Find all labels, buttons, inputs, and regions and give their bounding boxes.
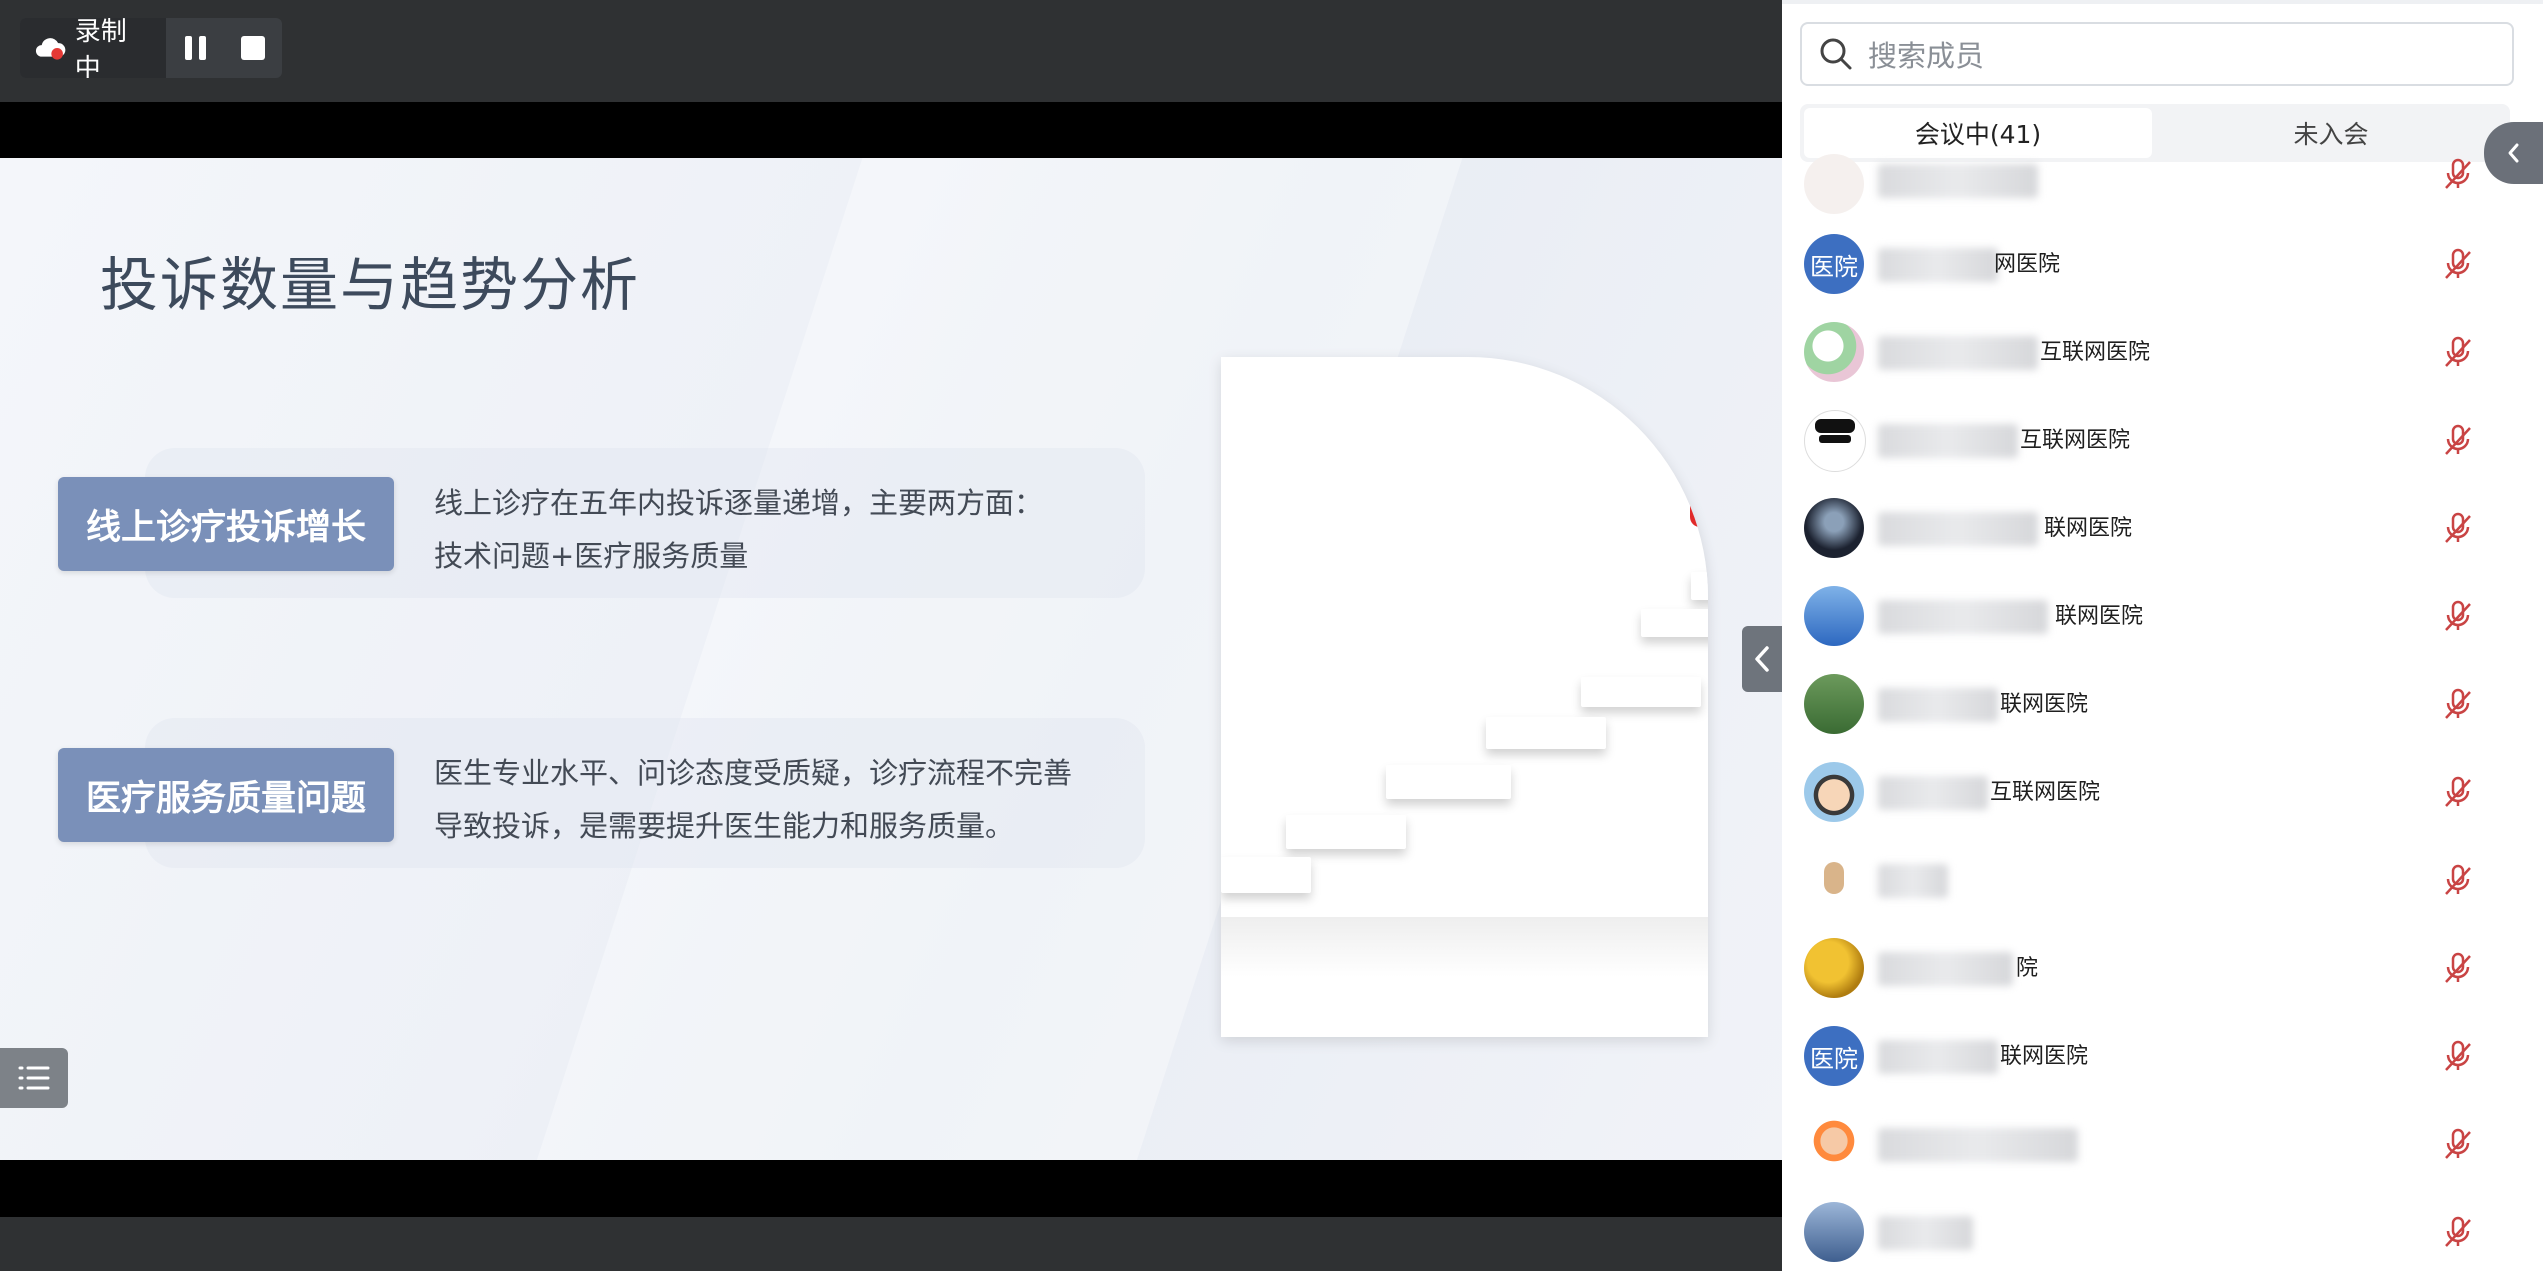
avatar (1804, 154, 1864, 214)
avatar (1804, 410, 1866, 472)
list-item[interactable] (1782, 1202, 2543, 1271)
list-item[interactable]: 互联网医院 (1782, 322, 2543, 410)
staircase-image (1221, 357, 1708, 1037)
mic-muted-icon (2445, 1128, 2471, 1159)
member-name: 互联网医院 (2040, 340, 2151, 365)
list-item[interactable] (1782, 1114, 2543, 1202)
avatar (1804, 1114, 1864, 1174)
tab-not-joined[interactable]: 未入会 (2156, 108, 2506, 158)
search-input[interactable]: 搜索成员 (1868, 33, 1984, 75)
list-item[interactable]: 互联网医院 (1782, 762, 2543, 850)
list-icon (18, 1066, 50, 1090)
slide-tag-online-complaints: 线上诊疗投诉增长 (58, 477, 394, 571)
mic-muted-icon (2445, 776, 2471, 807)
list-item[interactable]: 互联网医院 (1782, 410, 2543, 498)
tab-in-meeting[interactable]: 会议中(41) (1804, 108, 2152, 158)
letterbox-bottom (0, 1160, 1782, 1217)
list-item[interactable] (1782, 850, 2543, 938)
avatar (1804, 586, 1864, 646)
members-panel: 搜索成员 会议中(41) 未入会 医院 网医院 互联网医院 互联网医院 联网医院… (1782, 0, 2543, 1271)
side-panel-toggle[interactable] (2484, 122, 2543, 184)
mic-muted-icon (2445, 688, 2471, 719)
mic-muted-icon (2445, 600, 2471, 631)
member-name: 互联网医院 (2020, 428, 2131, 453)
mic-muted-icon (2445, 952, 2471, 983)
chevron-left-icon (2508, 143, 2518, 163)
member-name: 联网医院 (2000, 1044, 2089, 1069)
member-name: 网医院 (1994, 252, 2061, 277)
pause-icon (184, 36, 206, 60)
search-icon (1820, 38, 1852, 70)
list-item[interactable]: 医院 联网医院 (1782, 1026, 2543, 1114)
outline-list-button[interactable] (0, 1048, 68, 1108)
stop-icon (241, 36, 265, 60)
mic-muted-icon (2445, 158, 2471, 189)
member-search-box[interactable]: 搜索成员 (1800, 22, 2514, 86)
mic-muted-icon (2445, 336, 2471, 367)
member-name: 联网医院 (2055, 604, 2144, 629)
avatar (1804, 674, 1864, 734)
avatar: 医院 (1804, 234, 1864, 294)
mic-muted-icon (2445, 1216, 2471, 1247)
avatar (1804, 762, 1864, 822)
recording-status-label: 录制中 (74, 18, 127, 78)
recording-status[interactable]: 录制中 (20, 18, 166, 78)
slide-tag-service-quality: 医疗服务质量问题 (58, 748, 394, 842)
avatar (1804, 498, 1864, 558)
mic-muted-icon (2445, 424, 2471, 455)
list-item[interactable]: 医院 网医院 (1782, 234, 2543, 322)
recording-controls: 录制中 (20, 18, 282, 78)
member-tabs: 会议中(41) 未入会 (1800, 104, 2510, 162)
chevron-left-icon (1755, 646, 1769, 672)
list-item[interactable]: 联网医院 (1782, 586, 2543, 674)
list-item[interactable]: 联网医院 (1782, 674, 2543, 762)
member-name: 院 (2016, 956, 2039, 981)
stop-recording-button[interactable] (224, 18, 282, 78)
mic-muted-icon (2445, 248, 2471, 279)
avatar: 医院 (1804, 1026, 1864, 1086)
letterbox-top (0, 102, 1782, 158)
member-name: 联网医院 (2000, 692, 2089, 717)
pause-recording-button[interactable] (166, 18, 224, 78)
member-name: 互联网医院 (1990, 780, 2101, 805)
mic-muted-icon (2445, 1040, 2471, 1071)
slide-desc-1: 线上诊疗在五年内投诉逐量递增，主要两方面： 技术问题+医疗服务质量 (434, 486, 1044, 573)
collapse-panel-button[interactable] (1742, 626, 1782, 692)
mic-muted-icon (2445, 864, 2471, 895)
avatar (1804, 322, 1864, 382)
list-item[interactable]: 联网医院 (1782, 498, 2543, 586)
list-item[interactable]: 院 (1782, 938, 2543, 1026)
avatar (1804, 938, 1864, 998)
avatar (1804, 850, 1864, 910)
presentation-slide: 投诉数量与趋势分析 线上诊疗投诉增长 线上诊疗在五年内投诉逐量递增，主要两方面：… (0, 158, 1782, 1160)
avatar (1804, 1202, 1864, 1262)
member-name: 联网医院 (2044, 516, 2133, 541)
slide-desc-2: 医生专业水平、问诊态度受质疑，诊疗流程不完善 导致投诉，是需要提升医生能力和服务… (434, 756, 1073, 843)
shared-screen-area: 录制中 投诉数量与趋势分析 线上诊疗投诉增长 线上诊疗在五年内投诉逐量递增，主要… (0, 0, 1793, 1271)
cloud-recording-icon (35, 38, 66, 60)
slide-title: 投诉数量与趋势分析 (100, 251, 641, 319)
mic-muted-icon (2445, 512, 2471, 543)
